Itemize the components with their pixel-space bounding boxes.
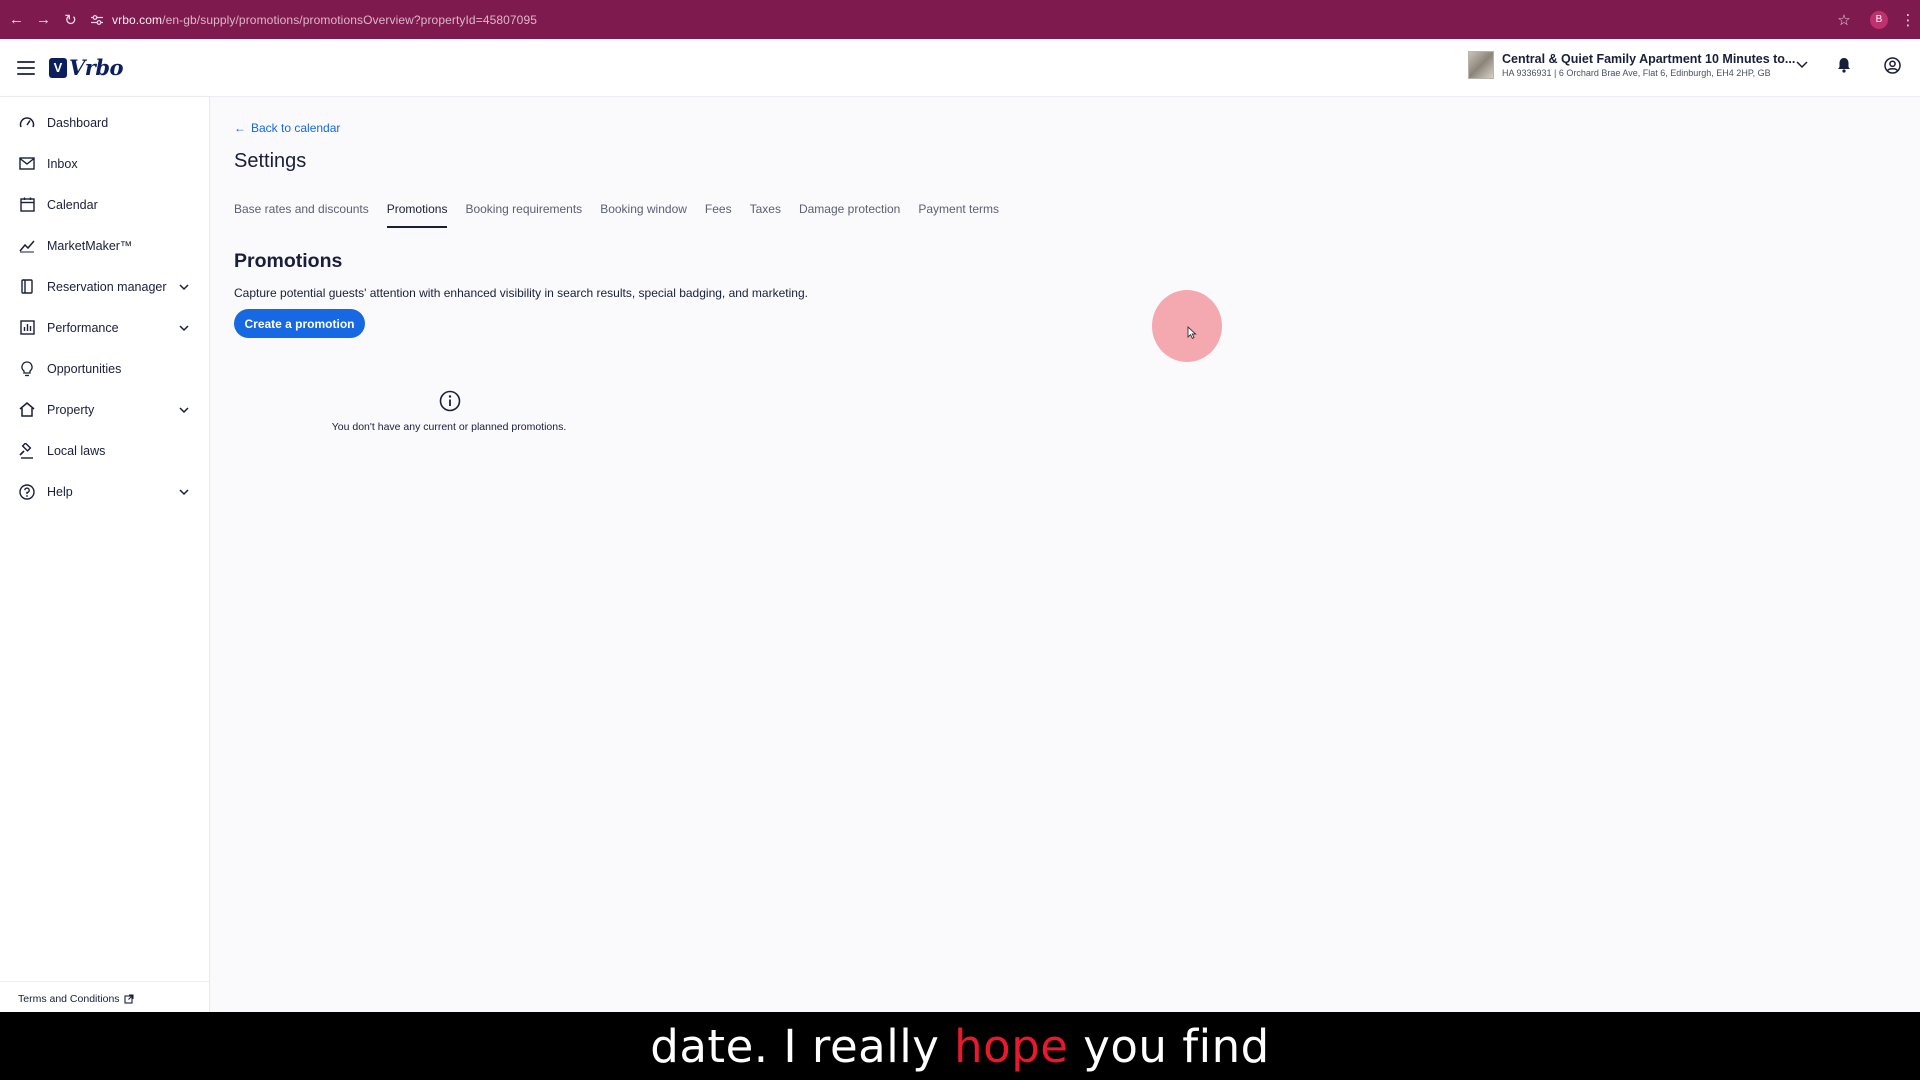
mouse-pointer-icon (1187, 325, 1197, 340)
browser-toolbar: ← → ↻ vrbo.com/en-gb/supply/promotions/p… (0, 0, 1920, 39)
chevron-down-icon[interactable] (179, 321, 189, 335)
vrbo-logo[interactable]: V Vrbo (49, 55, 124, 80)
bookmark-icon (18, 278, 36, 296)
bell-icon[interactable] (1832, 53, 1856, 77)
chevron-down-icon[interactable] (179, 485, 189, 499)
back-label: Back to calendar (251, 121, 341, 135)
caption-highlight: hope (954, 1019, 1069, 1073)
sidebar-item-label: Property (47, 402, 95, 417)
tab-base-rates[interactable]: Base rates and discounts (234, 202, 369, 228)
caption-text-after: you find (1068, 1019, 1270, 1073)
chevron-down-icon[interactable] (179, 280, 189, 294)
sidebar-divider (0, 981, 209, 982)
sidebar-item-reservation-manager[interactable]: Reservation manager (0, 266, 209, 307)
sidebar-item-opportunities[interactable]: Opportunities (0, 348, 209, 389)
bar-chart-icon (18, 319, 36, 337)
tab-booking-window[interactable]: Booking window (600, 202, 687, 228)
main-content: ← Back to calendar Settings Base rates a… (211, 97, 1920, 1012)
caption-text-before: date. I really (650, 1019, 955, 1073)
tab-promotions[interactable]: Promotions (386, 202, 447, 228)
browser-menu-icon[interactable]: ⋮ (1900, 11, 1916, 29)
terms-label: Terms and Conditions (18, 993, 120, 1005)
chevron-down-icon[interactable] (1790, 53, 1814, 77)
chevron-down-icon[interactable] (179, 403, 189, 417)
sidebar-item-calendar[interactable]: Calendar (0, 184, 209, 225)
gauge-icon (18, 114, 36, 132)
settings-tabs: Base rates and discounts Promotions Book… (234, 202, 1017, 228)
tab-payment-terms[interactable]: Payment terms (918, 202, 999, 228)
url-host: vrbo.com (112, 12, 163, 27)
trend-icon (18, 237, 36, 255)
home-icon (18, 401, 36, 419)
sidebar-item-property[interactable]: Property (0, 389, 209, 430)
sidebar-item-label: Reservation manager (47, 279, 167, 294)
calendar-icon (18, 196, 36, 214)
property-thumbnail (1468, 51, 1494, 79)
terms-link[interactable]: Terms and Conditions (18, 993, 134, 1005)
sidebar-item-label: Opportunities (47, 361, 122, 376)
mail-icon (18, 155, 36, 173)
reload-icon[interactable]: ↻ (57, 0, 84, 39)
empty-state-message: You don't have any current or planned pr… (331, 421, 567, 433)
sidebar-item-dashboard[interactable]: Dashboard (0, 102, 209, 143)
back-arrow-icon[interactable]: ← (3, 0, 30, 39)
video-caption: date. I really hope you find (0, 1012, 1920, 1080)
sidebar-item-marketmaker[interactable]: MarketMaker™ (0, 225, 209, 266)
arrow-left-icon: ← (234, 121, 246, 135)
sidebar-item-label: Dashboard (47, 115, 109, 130)
hamburger-menu-icon[interactable] (17, 60, 35, 75)
tab-fees[interactable]: Fees (705, 202, 732, 228)
sidebar-item-label: Local laws (47, 443, 106, 458)
property-address: HA 9336931 | 6 Orchard Brae Ave, Flat 6,… (1502, 68, 1771, 78)
info-icon (439, 390, 461, 412)
url-path: /en-gb/supply/promotions/promotionsOverv… (162, 12, 538, 27)
external-link-icon (124, 994, 134, 1004)
app-header: V Vrbo Central & Quiet Family Apartment … (0, 39, 1920, 97)
address-bar[interactable]: vrbo.com/en-gb/supply/promotions/promoti… (112, 13, 537, 27)
site-settings-icon[interactable] (86, 14, 108, 25)
help-icon (18, 483, 36, 501)
tab-damage-protection[interactable]: Damage protection (799, 202, 900, 228)
gavel-icon (18, 442, 36, 460)
property-name: Central & Quiet Family Apartment 10 Minu… (1502, 52, 1796, 66)
sidebar-item-inbox[interactable]: Inbox (0, 143, 209, 184)
tab-booking-requirements[interactable]: Booking requirements (465, 202, 582, 228)
sidebar-item-label: Inbox (47, 156, 78, 171)
section-description: Capture potential guests' attention with… (234, 286, 808, 300)
profile-avatar[interactable]: B (1870, 10, 1888, 29)
page-title: Settings (234, 150, 307, 172)
section-title: Promotions (234, 250, 343, 272)
sidebar-item-label: Help (47, 484, 73, 499)
sidebar-item-local-laws[interactable]: Local laws (0, 430, 209, 471)
sidebar-item-label: Calendar (47, 197, 98, 212)
create-promotion-button[interactable]: Create a promotion (234, 309, 365, 338)
account-icon[interactable] (1880, 53, 1904, 77)
tab-taxes[interactable]: Taxes (750, 202, 781, 228)
back-to-calendar-link[interactable]: ← Back to calendar (234, 121, 340, 135)
sidebar-item-help[interactable]: Help (0, 471, 209, 512)
sidebar-item-performance[interactable]: Performance (0, 307, 209, 348)
sidebar-item-label: MarketMaker™ (47, 238, 133, 253)
bookmark-star-icon[interactable]: ☆ (1832, 11, 1856, 29)
sidebar-nav: Dashboard Inbox Calendar MarketMaker™ Re… (0, 97, 210, 1012)
sidebar-item-label: Performance (47, 320, 119, 335)
logo-wordmark: Vrbo (69, 55, 124, 80)
lightbulb-icon (18, 360, 36, 378)
forward-arrow-icon[interactable]: → (30, 0, 57, 39)
logo-mark: V (49, 57, 67, 78)
property-selector[interactable]: Central & Quiet Family Apartment 10 Minu… (1468, 51, 1795, 79)
